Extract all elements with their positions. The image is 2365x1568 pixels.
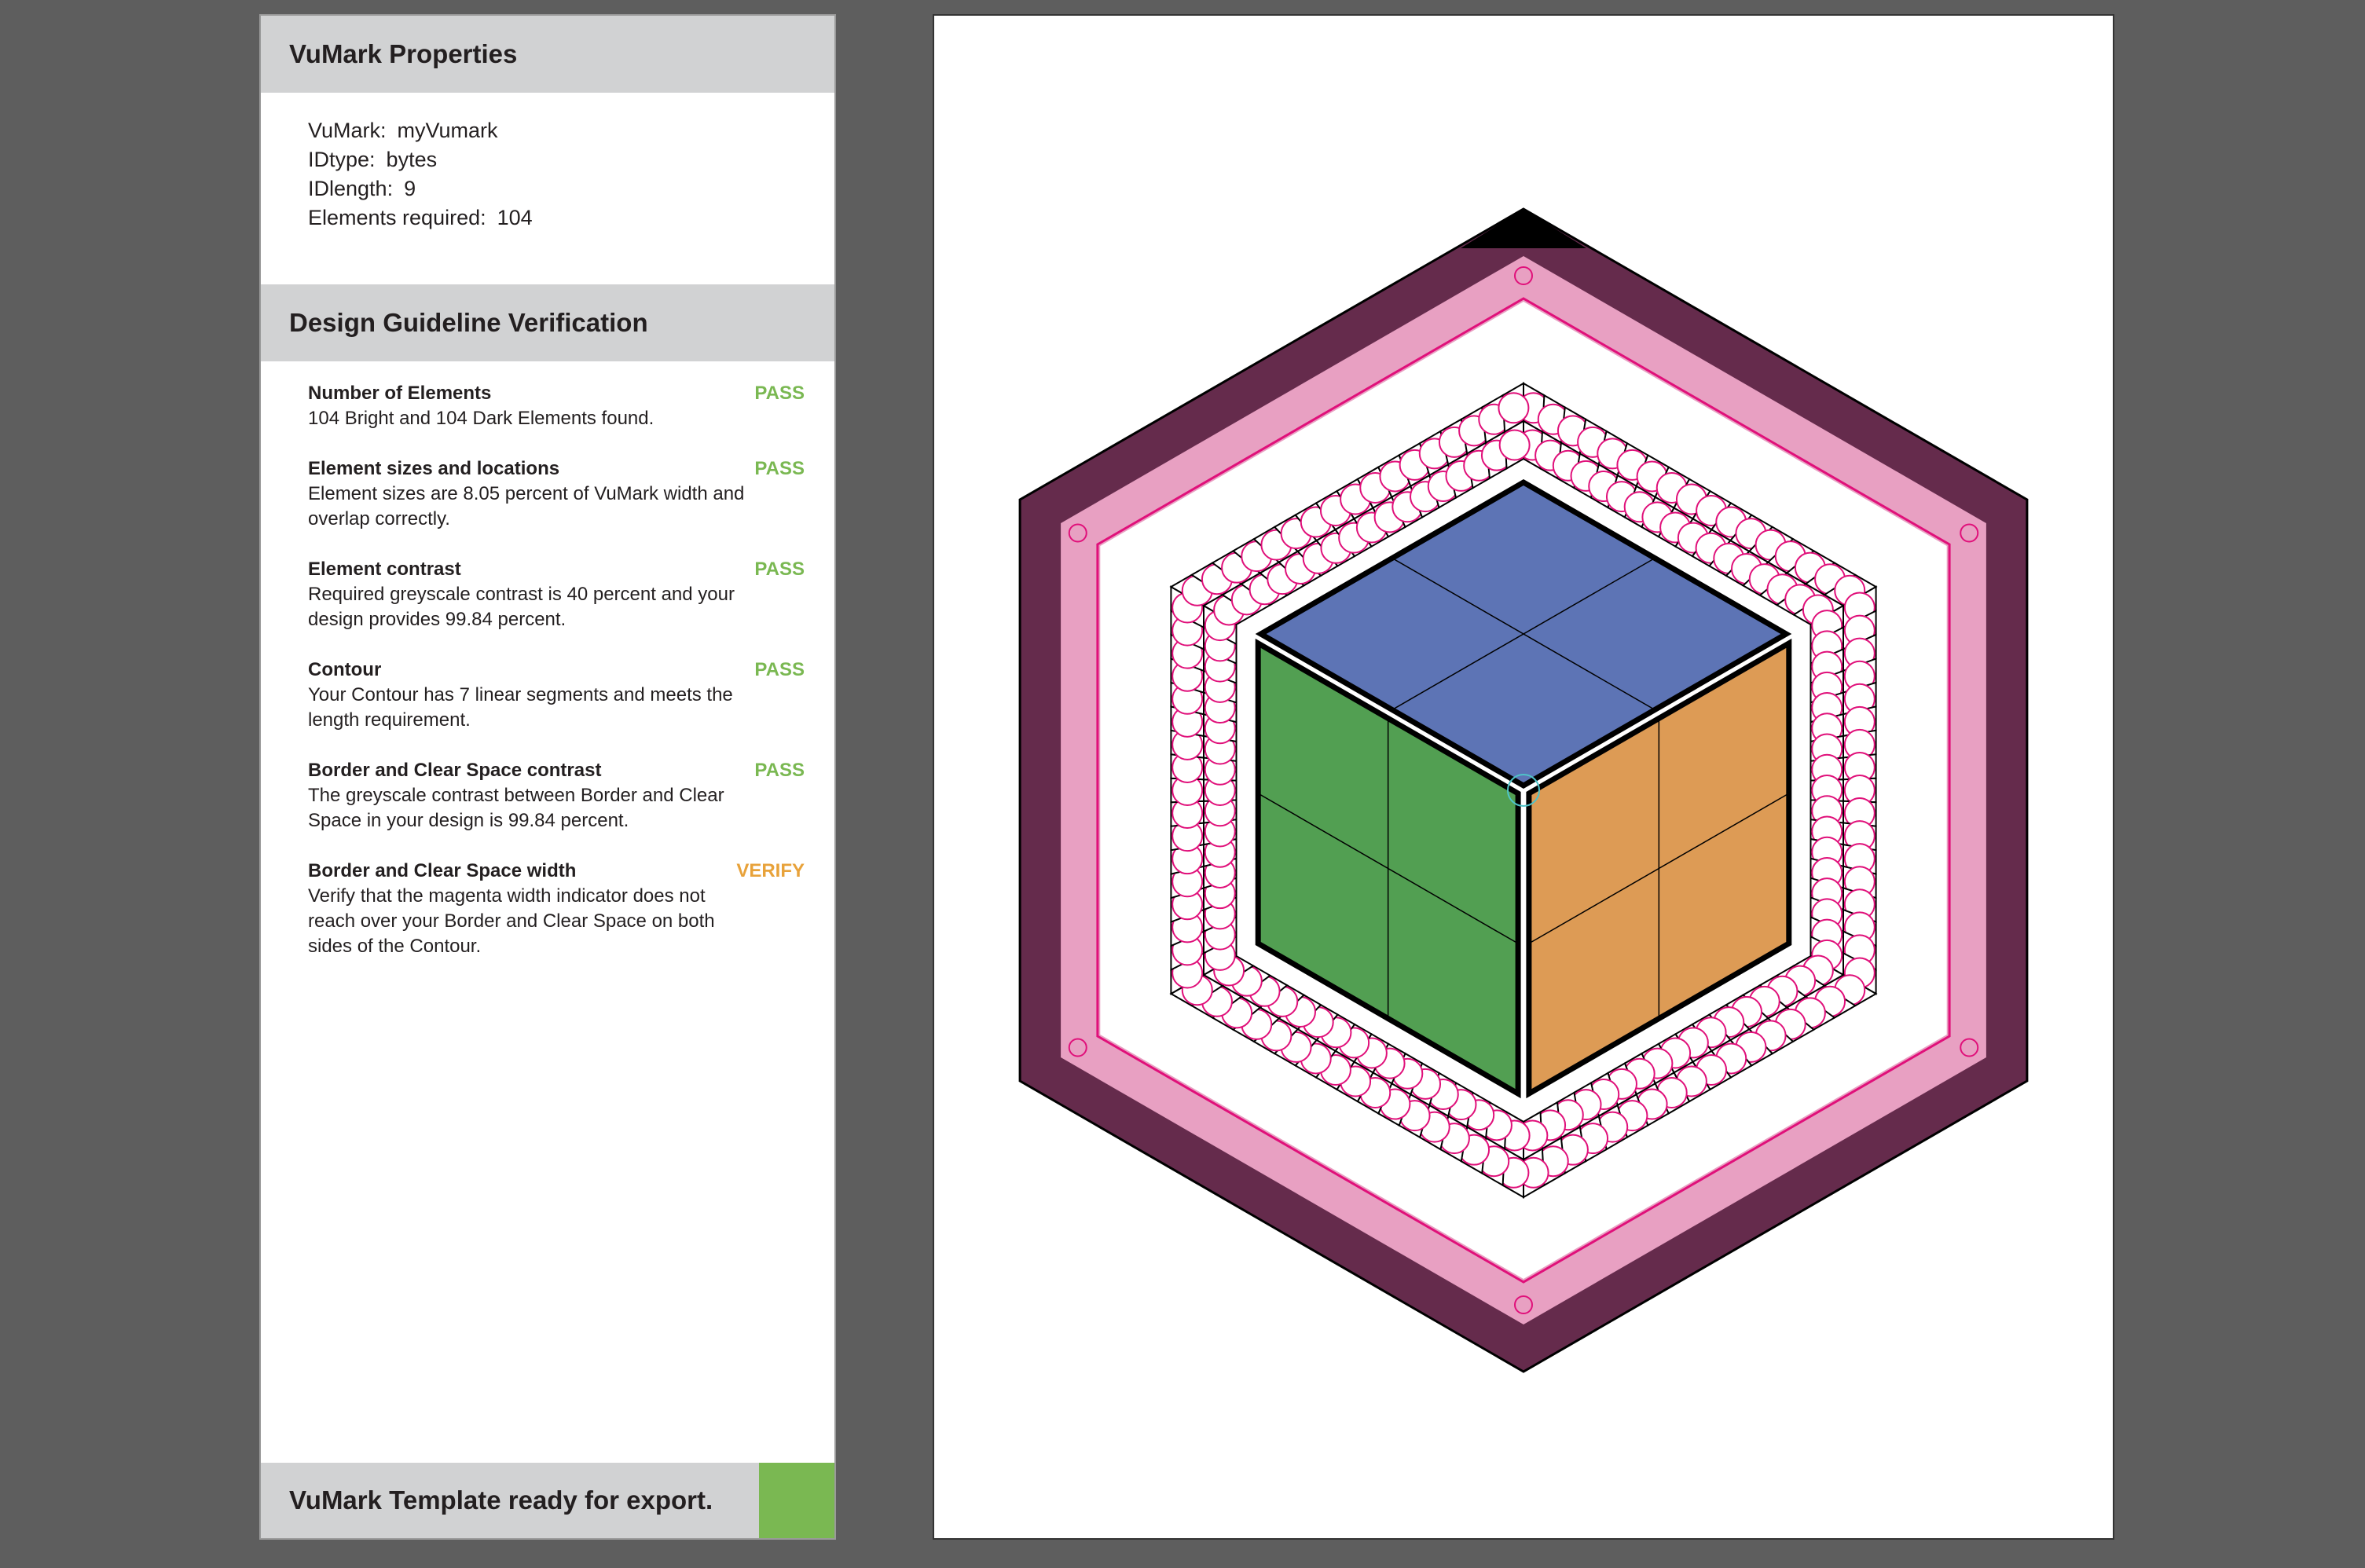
check-status-badge: PASS: [754, 760, 805, 781]
check-title: Border and Clear Space contrast: [308, 760, 602, 781]
check-status-badge: PASS: [754, 659, 805, 680]
property-key: VuMark:: [308, 119, 387, 142]
check-description: Element sizes are 8.05 percent of VuMark…: [308, 483, 745, 529]
check-title: Border and Clear Space width: [308, 860, 577, 881]
check-title: Number of Elements: [308, 383, 492, 404]
export-status-bar: VuMark Template ready for export.: [261, 1463, 834, 1538]
property-key: IDlength:: [308, 177, 394, 200]
check-item: Border and Clear Space width VERIFY Veri…: [308, 859, 805, 959]
check-description: Required greyscale contrast is 40 percen…: [308, 584, 735, 630]
check-item: Element sizes and locations PASS Element…: [308, 456, 805, 532]
properties-title: VuMark Properties: [289, 39, 518, 68]
check-title: Element sizes and locations: [308, 458, 560, 479]
check-item: Element contrast PASS Required greyscale…: [308, 557, 805, 632]
check-description: The greyscale contrast between Border an…: [308, 785, 724, 831]
check-item: Border and Clear Space contrast PASS The…: [308, 758, 805, 833]
property-value: bytes: [386, 148, 438, 171]
check-title: Element contrast: [308, 559, 461, 580]
check-description: Verify that the magenta width indicator …: [308, 885, 715, 957]
properties-header: VuMark Properties: [261, 16, 834, 93]
artboard-canvas[interactable]: [933, 14, 2114, 1540]
check-title: Contour: [308, 659, 382, 680]
border-notch: [1461, 209, 1586, 248]
verification-checks: Number of Elements PASS 104 Bright and 1…: [308, 381, 805, 984]
verification-header: Design Guideline Verification: [261, 284, 834, 361]
check-status-badge: VERIFY: [736, 860, 805, 881]
vumark-design: [1018, 207, 2029, 1373]
check-item: Number of Elements PASS 104 Bright and 1…: [308, 381, 805, 431]
vumark-properties-panel: VuMark Properties VuMark: myVumark IDtype…: [259, 14, 836, 1540]
property-value: 9: [404, 177, 416, 200]
property-value: myVumark: [397, 119, 498, 142]
property-row: Elements required: 104: [308, 203, 533, 233]
property-key: Elements required:: [308, 206, 486, 229]
verification-title: Design Guideline Verification: [289, 308, 648, 337]
element-circle: [1498, 392, 1530, 424]
property-value: 104: [497, 206, 533, 229]
status-ok-swatch-icon: [759, 1463, 834, 1538]
check-status-badge: PASS: [754, 458, 805, 479]
element-circle: [1498, 429, 1531, 461]
export-status-text: VuMark Template ready for export.: [289, 1486, 713, 1515]
property-row: IDlength: 9: [308, 174, 533, 203]
check-status-badge: PASS: [754, 383, 805, 404]
property-row: IDtype: bytes: [308, 145, 533, 174]
properties-list: VuMark: myVumark IDtype: bytes IDlength: 9 …: [308, 116, 533, 233]
check-status-badge: PASS: [754, 559, 805, 580]
property-row: VuMark: myVumark: [308, 116, 533, 145]
property-key: IDtype:: [308, 148, 376, 171]
check-item: Contour PASS Your Contour has 7 linear s…: [308, 658, 805, 733]
check-description: Your Contour has 7 linear segments and m…: [308, 684, 733, 731]
check-description: 104 Bright and 104 Dark Elements found.: [308, 408, 654, 429]
